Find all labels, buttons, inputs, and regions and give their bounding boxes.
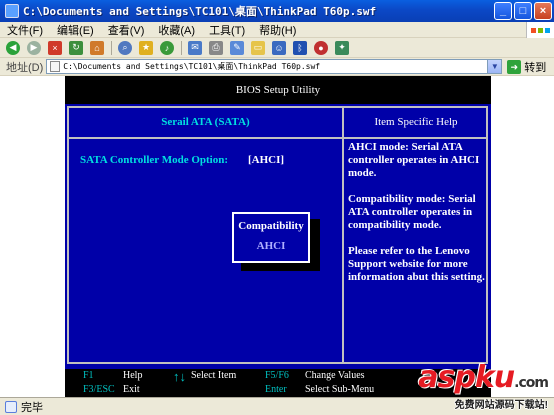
print-icon[interactable]: ⎙ [209,40,223,55]
go-arrow-icon: ➜ [507,59,522,74]
watermark-logo: aspku.com [418,360,549,395]
key-f1-desc: Help [123,370,143,381]
arrows-updown-icon: ↑↓ [173,369,186,384]
menu-view[interactable]: 查看(V) [101,22,152,38]
refresh-icon[interactable]: ↻ [69,40,83,55]
bios-screen[interactable]: BIOS Setup Utility Serail ATA (SATA) Ite… [65,76,491,397]
toolbar-separator [111,40,112,55]
key-enter: Enter [265,384,287,395]
back-icon[interactable]: ◀ [6,40,20,55]
popup-option-ahci[interactable]: AHCI [234,240,308,252]
bios-divider-horizontal [67,137,488,139]
page-done-icon [5,400,17,413]
favorites-icon[interactable]: ★ [139,40,153,55]
address-value[interactable]: C:\Documents and Settings\TC101\桌面\Think… [63,61,320,72]
ie-app-icon [5,4,19,18]
folder-icon[interactable]: ▭ [251,40,265,55]
bios-divider-vertical [342,106,344,364]
key-enter-desc: Select Sub-Menu [305,384,375,395]
bluetooth-icon[interactable]: ᛒ [293,40,307,55]
edit-icon[interactable]: ✎ [230,40,244,55]
help-paragraph-support: Please refer to the Lenovo Support websi… [348,245,485,283]
messenger-icon[interactable]: ☺ [272,40,286,55]
stop-icon[interactable]: × [48,40,62,55]
watermark-logo-text: aspku [418,360,515,395]
key-f5f6: F5/F6 [265,370,289,381]
record-icon[interactable]: ● [314,40,328,55]
bios-panel: Serail ATA (SATA) Item Specific Help SAT… [65,104,491,369]
popup-option-compatibility[interactable]: Compatibility [234,220,308,232]
section-title: Serail ATA (SATA) [161,116,250,128]
watermark: aspku.com 免费网站源码下载站! [380,360,554,415]
sata-mode-option-label[interactable]: SATA Controller Mode Option: [80,154,228,166]
media-icon[interactable]: ♪ [160,40,174,55]
sata-mode-popup[interactable]: Compatibility AHCI [232,212,310,263]
menu-file[interactable]: 文件(F) [0,22,50,38]
key-arrows-desc: Select Item [191,370,237,381]
forward-icon[interactable]: ▶ [27,40,41,55]
search-icon[interactable]: ⌕ [118,40,132,55]
help-title: Item Specific Help [374,116,458,128]
window-title: C:\Documents and Settings\TC101\桌面\Think… [23,5,377,18]
key-f3esc-desc: Exit [123,384,140,395]
key-f5f6-desc: Change Values [305,370,365,381]
help-paragraph-compatibility: Compatibility mode: Serial ATA controlle… [348,193,476,231]
menu-bar: 文件(F) 编辑(E) 查看(V) 收藏(A) 工具(T) 帮助(H) [0,22,554,38]
page-icon [50,61,61,72]
watermark-subtitle: 免费网站源码下载站! [454,400,548,411]
window-controls: _ □ × [494,2,552,20]
bios-header: BIOS Setup Utility [65,77,491,103]
minimize-button[interactable]: _ [494,2,512,20]
window-titlebar[interactable]: C:\Documents and Settings\TC101\桌面\Think… [0,0,554,22]
home-icon[interactable]: ⌂ [90,40,104,55]
key-f1: F1 [83,370,94,381]
maximize-button[interactable]: □ [514,2,532,20]
windows-logo-icon [526,22,554,38]
address-label: 地址(D) [6,61,44,74]
mail-icon[interactable]: ✉ [188,40,202,55]
toolbar: ◀ ▶ × ↻ ⌂ ⌕ ★ ♪ ✉ ⎙ ✎ ▭ ☺ ᛒ ● ✦ [0,38,554,58]
close-button[interactable]: × [534,2,552,20]
address-input[interactable]: C:\Documents and Settings\TC101\桌面\Think… [46,59,503,74]
status-text: 完毕 [21,401,43,414]
menu-help[interactable]: 帮助(H) [252,22,303,38]
sata-mode-option-value[interactable]: [AHCI] [248,154,284,166]
watermark-logo-tld: .com [514,375,549,391]
help-paragraph-ahci: AHCI mode: Serial ATA controller operate… [348,141,480,179]
page-content: BIOS Setup Utility Serail ATA (SATA) Ite… [0,76,554,397]
menu-edit[interactable]: 编辑(E) [50,22,101,38]
go-label: 转到 [524,61,547,74]
item-help-text: AHCI mode: Serial ATA controller operate… [348,141,486,297]
address-bar: 地址(D) C:\Documents and Settings\TC101\桌面… [0,58,554,76]
tool-icon[interactable]: ✦ [335,40,349,55]
menu-favorites[interactable]: 收藏(A) [151,22,202,38]
menu-tools[interactable]: 工具(T) [202,22,252,38]
key-f3esc: F3/ESC [83,384,115,395]
go-button[interactable]: ➜ 转到 [507,59,546,75]
toolbar-separator [181,40,182,55]
chevron-down-icon[interactable]: ▼ [487,60,502,73]
